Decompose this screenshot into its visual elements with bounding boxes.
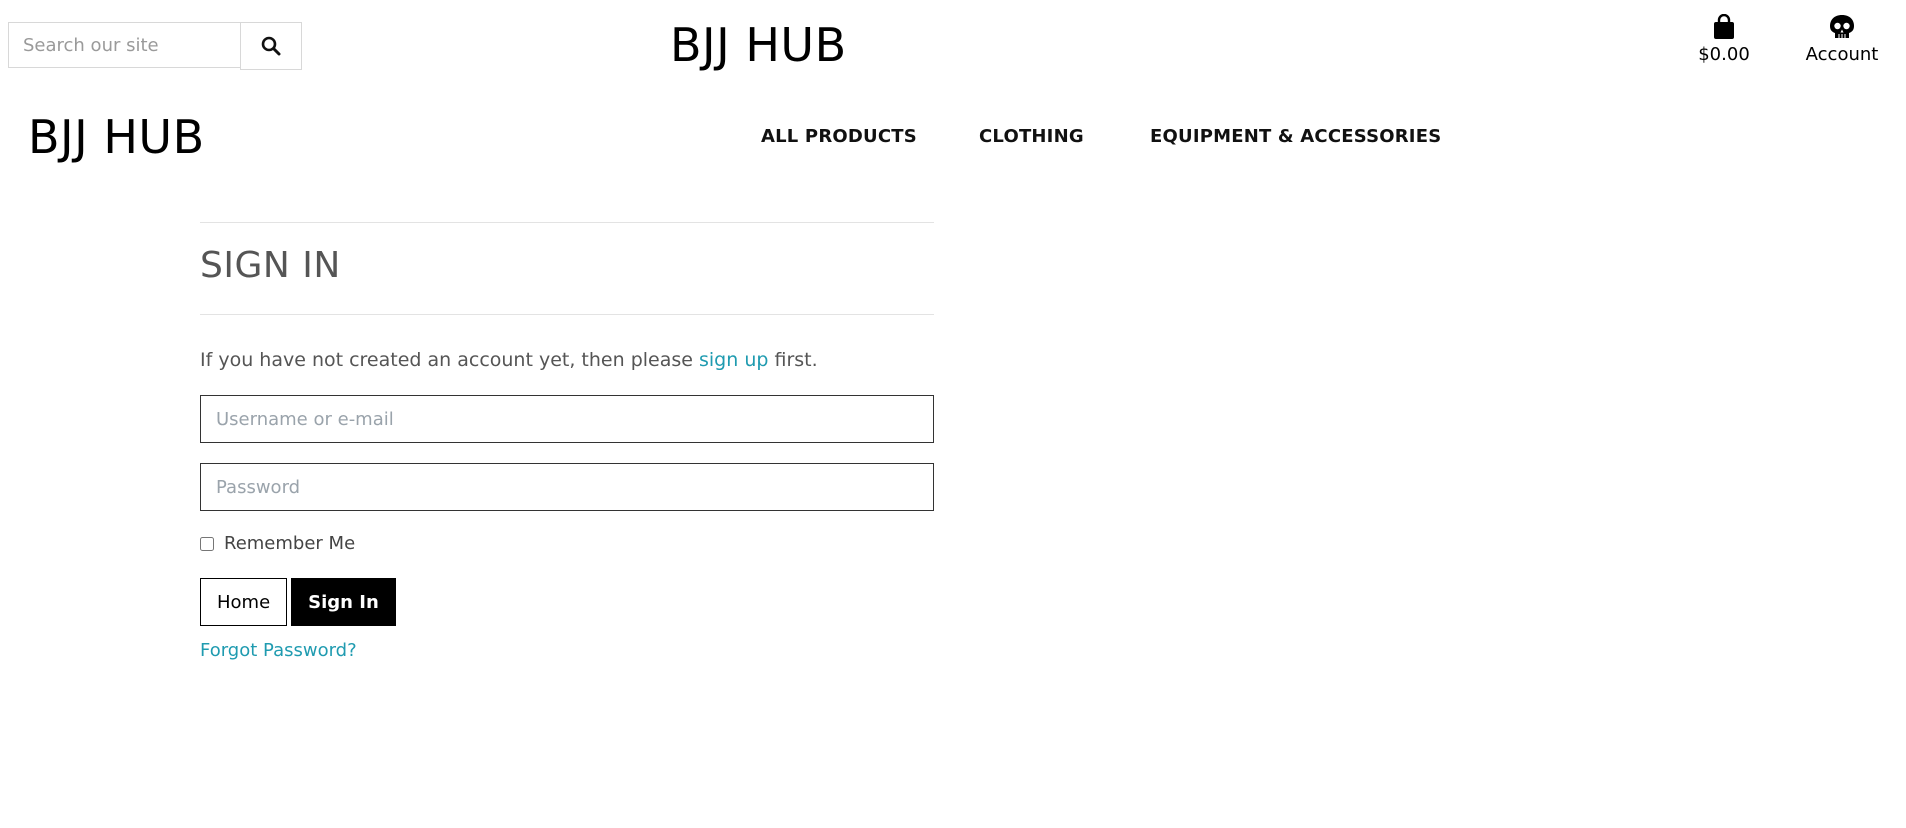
sign-in-button[interactable]: Sign In <box>291 578 396 626</box>
password-field[interactable] <box>200 463 934 511</box>
account-link[interactable]: Account <box>1800 14 1884 65</box>
remember-me[interactable]: Remember Me <box>200 533 934 554</box>
search-form <box>8 22 302 70</box>
nav-all-products[interactable]: ALL PRODUCTS <box>761 126 917 147</box>
account-label: Account <box>1805 44 1879 65</box>
remember-me-checkbox[interactable] <box>200 536 214 551</box>
signup-prompt-after: first. <box>768 349 818 371</box>
skull-icon <box>1830 15 1854 38</box>
site-logo-center[interactable]: BJJ HUB <box>670 18 847 72</box>
form-actions: Home Sign In <box>200 578 934 626</box>
site-logo-left[interactable]: BJJ HUB <box>28 110 205 164</box>
search-input[interactable] <box>8 22 240 68</box>
forgot-password-link[interactable]: Forgot Password? <box>200 640 357 661</box>
search-icon <box>261 36 281 56</box>
signup-prompt-before: If you have not created an account yet, … <box>200 349 699 371</box>
signup-link[interactable]: sign up <box>699 349 768 371</box>
cart-total: $0.00 <box>1698 44 1750 65</box>
username-field[interactable] <box>200 395 934 443</box>
divider-top <box>200 222 934 223</box>
nav-clothing[interactable]: CLOTHING <box>979 126 1084 147</box>
main-navbar: BJJ HUB ALL PRODUCTS CLOTHING EQUIPMENT … <box>0 100 1906 180</box>
home-button[interactable]: Home <box>200 578 288 626</box>
page-title: SIGN IN <box>200 245 341 286</box>
shopping-bag-icon <box>1714 14 1734 39</box>
nav-equipment-accessories[interactable]: EQUIPMENT & ACCESSORIES <box>1150 126 1441 147</box>
remember-me-label: Remember Me <box>224 533 356 554</box>
cart-link[interactable]: $0.00 <box>1694 14 1754 65</box>
top-header: BJJ HUB $0.00 Account <box>0 0 1906 92</box>
signin-section: SIGN IN If you have not created an accou… <box>200 222 934 661</box>
search-button[interactable] <box>240 22 302 70</box>
signup-prompt: If you have not created an account yet, … <box>200 349 934 371</box>
divider-bottom <box>200 314 934 315</box>
